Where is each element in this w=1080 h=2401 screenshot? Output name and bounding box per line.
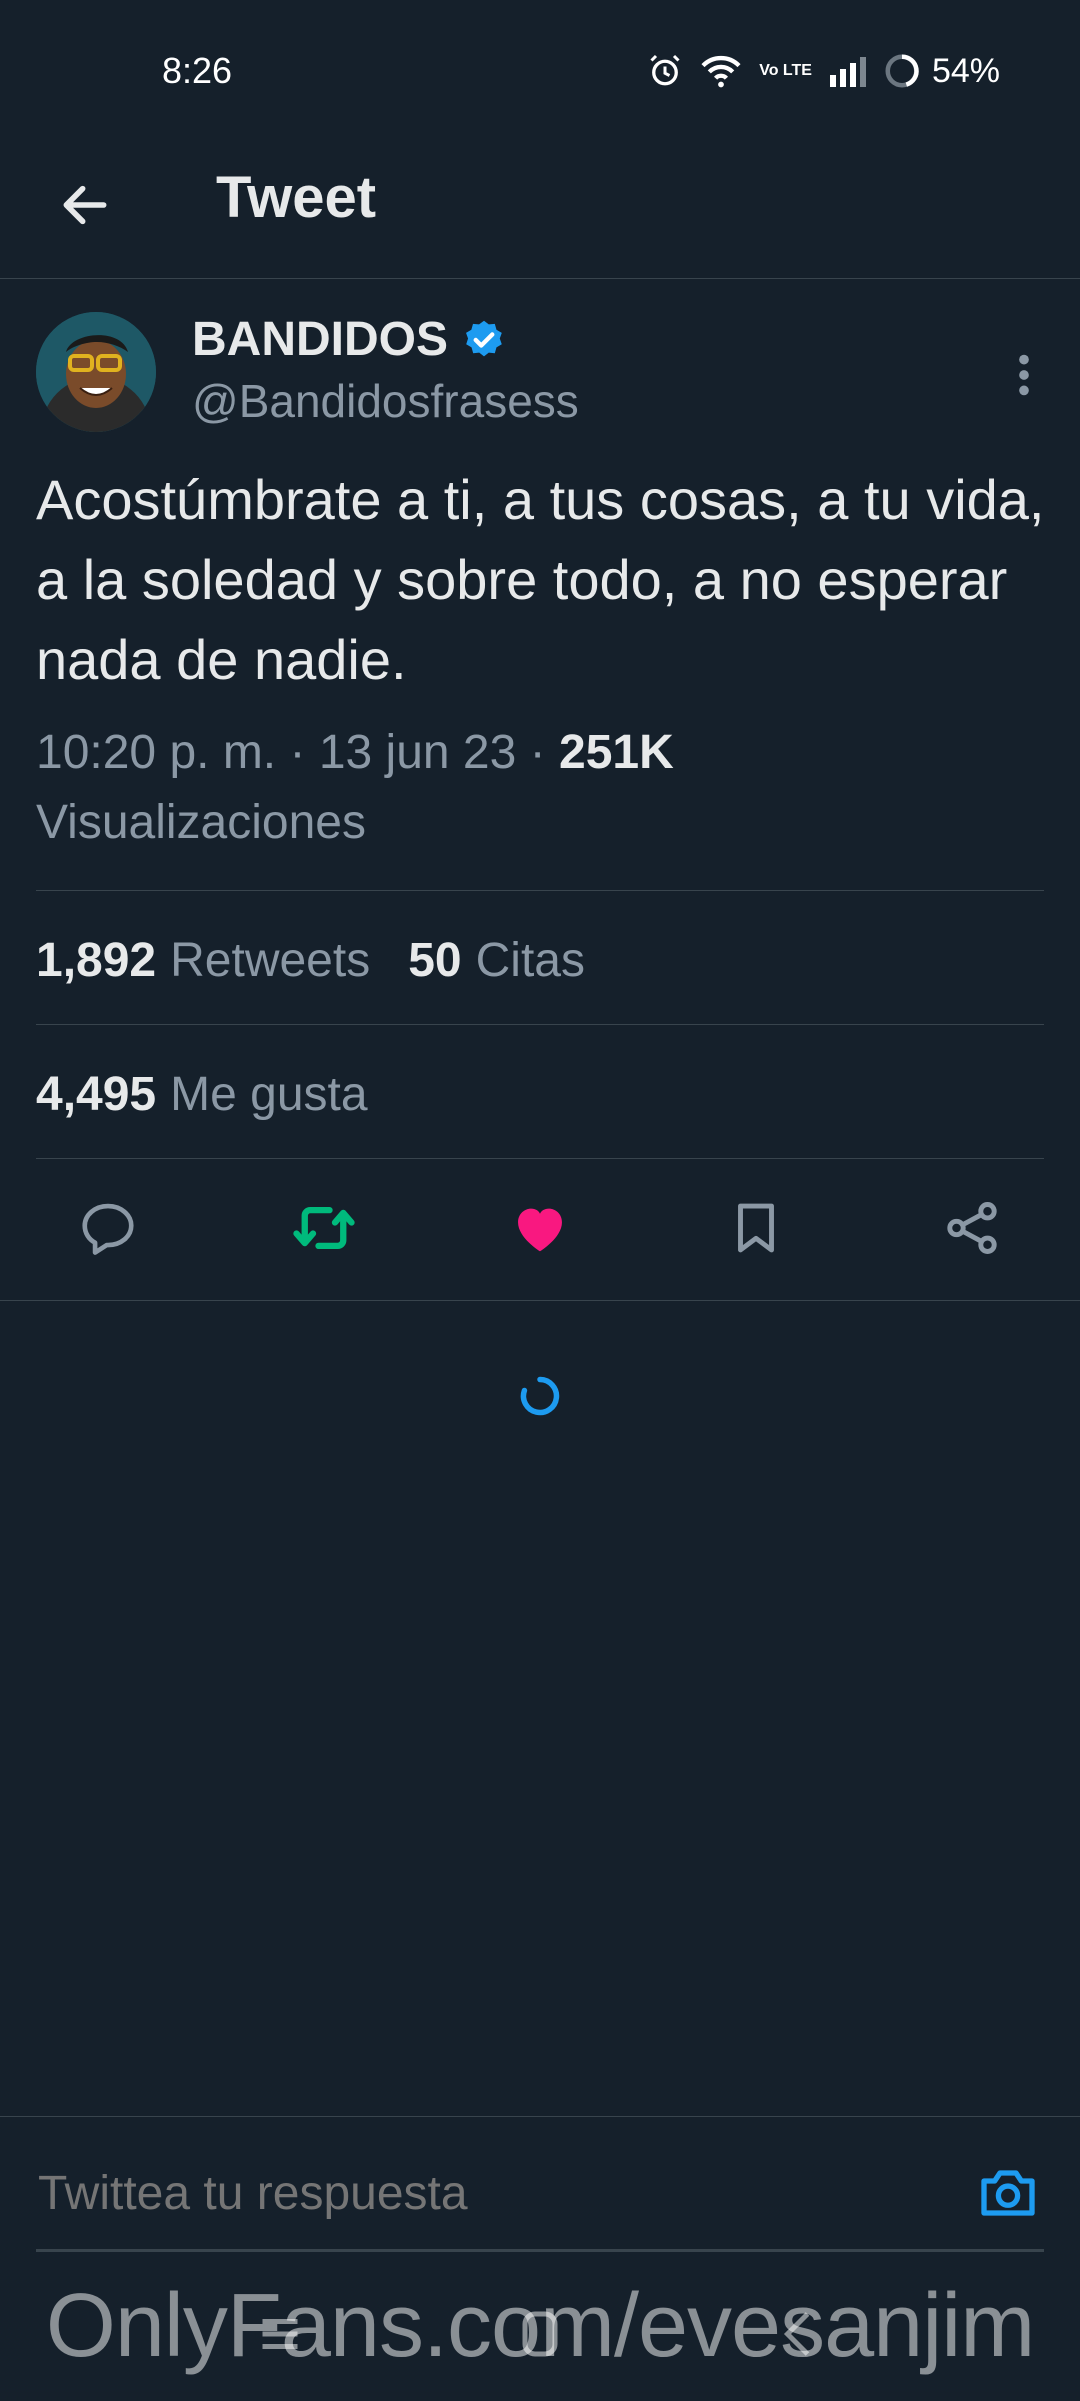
bookmark-button[interactable]: [716, 1188, 796, 1268]
wifi-icon: [701, 55, 741, 88]
divider: [36, 890, 1044, 891]
top-app-bar: Tweet: [0, 140, 1080, 279]
display-name[interactable]: BANDIDOS: [192, 312, 506, 367]
user-handle[interactable]: @Bandidosfrasess: [192, 374, 579, 428]
likes-count: 4,495: [36, 1067, 157, 1121]
likes-label: Me gusta: [170, 1067, 368, 1121]
divider: [36, 1024, 1044, 1025]
more-options-button[interactable]: [1004, 340, 1044, 410]
reply-icon: [82, 1203, 134, 1255]
back-button[interactable]: [50, 170, 120, 240]
tweet-meta: 10:20 p. m. · 13 jun 23 · 251K Visualiza…: [36, 718, 1046, 858]
tweet-text: Acostúmbrate a ti, a tus cosas, a tu vid…: [36, 468, 1045, 691]
quotes-stat[interactable]: 50 Citas: [408, 933, 585, 988]
back-arrow-icon: [63, 185, 107, 225]
alarm-icon: [650, 54, 680, 86]
retweet-icon: [293, 1206, 355, 1250]
reply-input[interactable]: [36, 2165, 940, 2222]
views-count[interactable]: 251K: [559, 726, 674, 779]
status-time: 8:26: [162, 50, 233, 91]
like-icon: [518, 1208, 562, 1252]
quotes-count: 50: [408, 933, 462, 987]
system-nav-bar: [0, 2260, 1080, 2400]
meta-separator: ·: [529, 726, 546, 779]
home-icon[interactable]: [510, 2304, 570, 2364]
recent-apps-icon[interactable]: [250, 2304, 310, 2364]
more-vertical-icon: [1019, 354, 1029, 396]
reply-underline: [36, 2249, 1044, 2252]
tweet-author: BANDIDOS @Bandidosfrasess: [36, 312, 1044, 432]
retweets-count: 1,892: [36, 933, 157, 987]
tweet-actions: [0, 1158, 1080, 1301]
avatar-image: [36, 312, 156, 432]
avatar[interactable]: [36, 312, 156, 432]
like-button[interactable]: [500, 1188, 580, 1268]
loading-spinner-icon: [520, 1376, 560, 1416]
camera-icon: [981, 2170, 1035, 2216]
likes-stat[interactable]: 4,495 Me gusta: [36, 1067, 368, 1122]
back-nav-icon[interactable]: [770, 2304, 830, 2364]
meta-separator: ·: [289, 726, 306, 779]
battery-percentage: 54%: [931, 51, 1000, 90]
quotes-label: Citas: [475, 933, 585, 987]
display-name-text: BANDIDOS: [192, 313, 449, 366]
likes-stats: 4,495 Me gusta: [36, 1028, 1044, 1160]
volte-icon: Vo LTE: [759, 62, 812, 79]
battery-icon: [885, 54, 919, 88]
retweets-label: Retweets: [170, 933, 371, 987]
retweet-stats: 1,892 Retweets 50 Citas: [36, 894, 1044, 1026]
camera-button[interactable]: [976, 2161, 1040, 2225]
signal-icon: [829, 57, 866, 87]
views-label[interactable]: Visualizaciones: [36, 796, 366, 849]
bookmark-icon: [738, 1203, 774, 1253]
status-icons: Vo LTE 54%: [647, 46, 1000, 96]
retweets-stat[interactable]: 1,892 Retweets: [36, 933, 370, 988]
share-icon: [947, 1202, 997, 1254]
verified-badge-icon: [466, 320, 502, 356]
share-button[interactable]: [932, 1188, 1012, 1268]
page-title: Tweet: [216, 165, 377, 230]
retweet-button[interactable]: [284, 1188, 364, 1268]
tweet-date: 13 jun 23: [318, 726, 517, 779]
status-bar: 8:26 Vo LTE 54%: [0, 0, 1080, 140]
reply-button[interactable]: [68, 1188, 148, 1268]
tweet-time: 10:20 p. m.: [36, 726, 277, 779]
